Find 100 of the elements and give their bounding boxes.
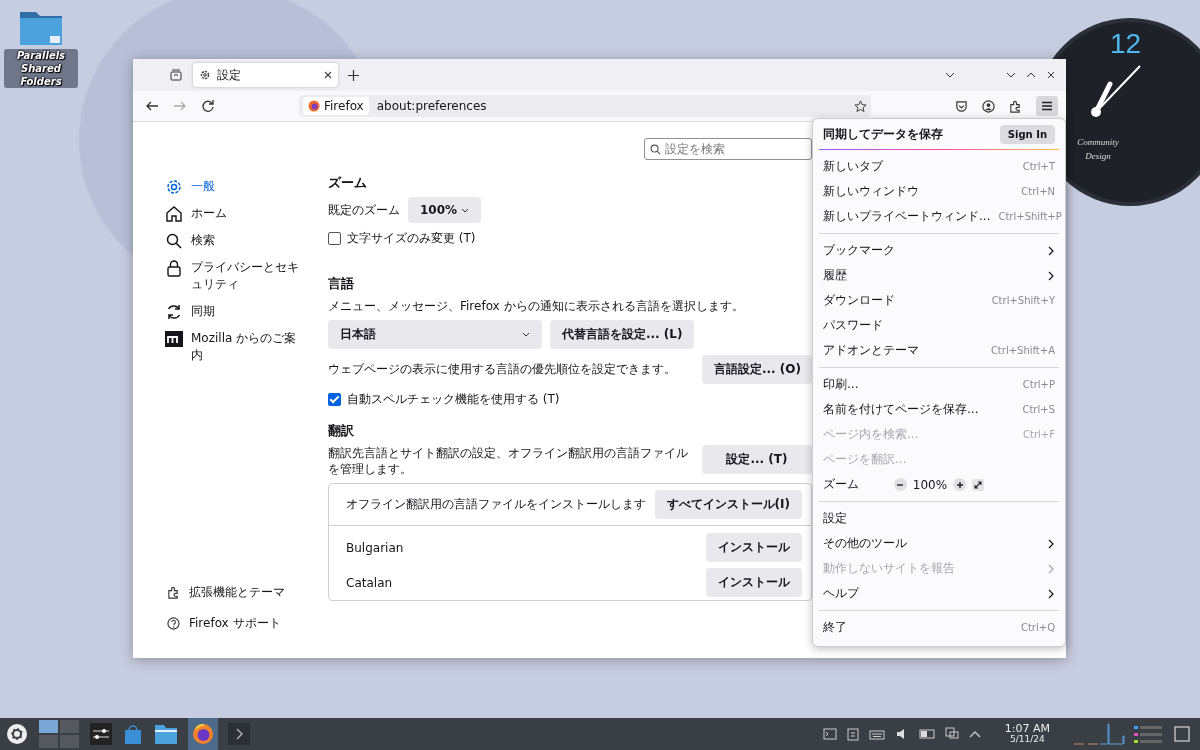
section-heading: ズーム <box>328 174 368 192</box>
keyboard-icon[interactable] <box>868 728 885 740</box>
close-tab-icon[interactable] <box>324 71 332 79</box>
language-settings-button[interactable]: 言語設定... (O) <box>702 355 812 384</box>
chevron-right-icon <box>1047 538 1055 549</box>
shortcut-label: Ctrl+T <box>1022 161 1055 172</box>
browser-tab[interactable]: 設定 <box>193 63 338 87</box>
checkbox-option[interactable]: 文字サイズのみ変更 (T) <box>328 230 812 247</box>
checkbox-option[interactable]: 自動スペルチェック機能を使用する (T) <box>328 391 812 408</box>
chevron-right-icon <box>1047 245 1055 256</box>
sliders-icon[interactable] <box>90 723 112 745</box>
shortcut-label: Ctrl+Shift+Y <box>991 295 1055 306</box>
sidebar-item[interactable]: プライバシーとセキュリティ <box>165 259 300 294</box>
new-tab-icon[interactable] <box>348 69 359 81</box>
search-field[interactable]: 設定を検索 <box>644 138 812 160</box>
menu-item[interactable]: 履歴 <box>823 267 931 284</box>
sidebar-item[interactable]: 検索 <box>165 232 300 250</box>
alternative-languages-button[interactable]: 代替言語を設定... (L) <box>550 320 695 349</box>
menu-item[interactable]: パスワード <box>823 317 937 334</box>
sidebar-item[interactable]: 同期 <box>165 302 300 321</box>
section-heading: 翻訳 <box>328 422 355 440</box>
menu-item[interactable]: ブックマーク <box>823 242 931 259</box>
zoom-dropdown[interactable]: 100% <box>408 197 482 223</box>
menu-item[interactable]: 名前を付けてページを保存... <box>823 401 979 418</box>
sidebar-link[interactable]: 拡張機能とテーマ <box>167 584 328 601</box>
chevron-right-icon[interactable] <box>228 723 250 745</box>
translation-settings-button[interactable]: 設定... (T) <box>702 445 812 474</box>
address-bar[interactable]: Firefox about:preferences <box>299 95 871 117</box>
clock-caption: Community Design <box>1076 136 1120 163</box>
menu-item[interactable]: 印刷... <box>823 376 919 393</box>
shortcut-label: Ctrl+Shift+P <box>998 211 1062 222</box>
network-icon[interactable] <box>944 727 959 741</box>
taskbar-date[interactable]: 5/11/24 <box>1010 735 1045 745</box>
bookmark-star-icon[interactable] <box>854 99 867 113</box>
caret-icon <box>522 332 530 337</box>
reload-icon[interactable] <box>201 99 215 113</box>
language-name: Catalan <box>346 575 393 590</box>
menu-item[interactable]: 新しいプライベートウィンド... <box>823 208 991 225</box>
extensions-icon[interactable] <box>1009 99 1022 113</box>
close-icon[interactable] <box>1046 70 1056 80</box>
tab-list-icon[interactable] <box>169 68 183 82</box>
menu-button[interactable] <box>1036 96 1058 116</box>
caret-icon <box>461 207 470 213</box>
sidebar-item[interactable]: 一般 <box>165 178 300 196</box>
mozilla-logo-icon <box>165 329 183 348</box>
terminal-icon[interactable] <box>822 728 837 740</box>
back-icon[interactable] <box>145 99 159 113</box>
firefox-taskbar-button[interactable] <box>188 718 218 750</box>
checkbox[interactable] <box>328 393 341 406</box>
app-launcher-icon[interactable] <box>6 723 28 745</box>
virtual-desktops-icon[interactable] <box>38 719 80 749</box>
install-button[interactable]: インストール <box>706 533 802 563</box>
menu-item[interactable]: ヘルプ <box>823 585 931 602</box>
help-icon <box>167 617 180 630</box>
install-all-button[interactable]: すべてインストール(I) <box>654 490 802 520</box>
clipboard-icon[interactable] <box>846 727 859 741</box>
language-dropdown[interactable]: 日本語 <box>328 320 542 349</box>
zoom-level[interactable]: 100% <box>912 477 948 492</box>
menu-item[interactable]: 設定 <box>823 510 937 527</box>
shortcut-label: Ctrl+N <box>1021 186 1055 197</box>
minimize-icon[interactable] <box>1006 70 1016 80</box>
gear-icon <box>165 178 183 196</box>
firefox-logo-icon <box>308 100 320 112</box>
setting-description: メニュー、メッセージ、Firefox からの通知に表示される言語を選択します。 <box>328 298 745 315</box>
sidebar-item[interactable]: Mozilla からのご案内 <box>165 329 300 365</box>
zoom-in-button[interactable] <box>953 478 967 491</box>
expand-tray-icon[interactable] <box>968 730 981 738</box>
menu-item[interactable]: 新しいタブ <box>823 158 919 175</box>
menu-item[interactable]: その他のツール <box>823 535 931 552</box>
menu-item[interactable]: 新しいウィンドウ <box>823 183 919 200</box>
search-icon <box>650 144 661 155</box>
account-icon[interactable] <box>982 99 995 113</box>
folder-icon[interactable] <box>154 723 178 745</box>
fullscreen-icon[interactable] <box>972 478 985 491</box>
menu-item[interactable]: 終了 <box>823 619 918 636</box>
zoom-out-button[interactable] <box>893 478 907 491</box>
sign-in-button[interactable]: Sign In <box>999 125 1055 144</box>
setting-description: 翻訳先言語とサイト翻訳の設定、オフライン翻訳用の言語ファイルを管理します。 <box>328 445 689 478</box>
maximize-icon[interactable] <box>1026 70 1036 80</box>
menu-item[interactable]: ダウンロード <box>823 292 904 309</box>
menu-icon <box>1041 100 1053 112</box>
setting-description: ウェブページの表示に使用する言語の優先順位を設定できます。 <box>328 361 676 378</box>
battery-icon[interactable] <box>918 728 935 740</box>
show-desktop-icon[interactable] <box>1174 726 1190 742</box>
identity-badge[interactable]: Firefox <box>303 97 369 115</box>
sidebar-link[interactable]: Firefox サポート <box>167 615 328 632</box>
menu-item-label: ズーム <box>823 476 860 493</box>
shortcut-label: Ctrl+P <box>1022 379 1055 390</box>
chevron-right-icon <box>1047 563 1055 574</box>
pocket-icon[interactable] <box>955 99 968 113</box>
shortcut-label: Ctrl+Q <box>1020 622 1055 633</box>
menu-item[interactable]: アドオンとテーマ <box>823 342 919 359</box>
plus-icon <box>955 480 964 489</box>
taskbar-time[interactable]: 1:07 AM <box>1004 723 1050 736</box>
checkbox[interactable] <box>328 232 341 245</box>
install-button[interactable]: インストール <box>706 568 802 598</box>
puzzle-icon <box>167 586 180 599</box>
sidebar-item[interactable]: ホーム <box>165 205 300 223</box>
store-bag-icon[interactable] <box>122 723 144 745</box>
section-heading: 言語 <box>328 275 355 293</box>
